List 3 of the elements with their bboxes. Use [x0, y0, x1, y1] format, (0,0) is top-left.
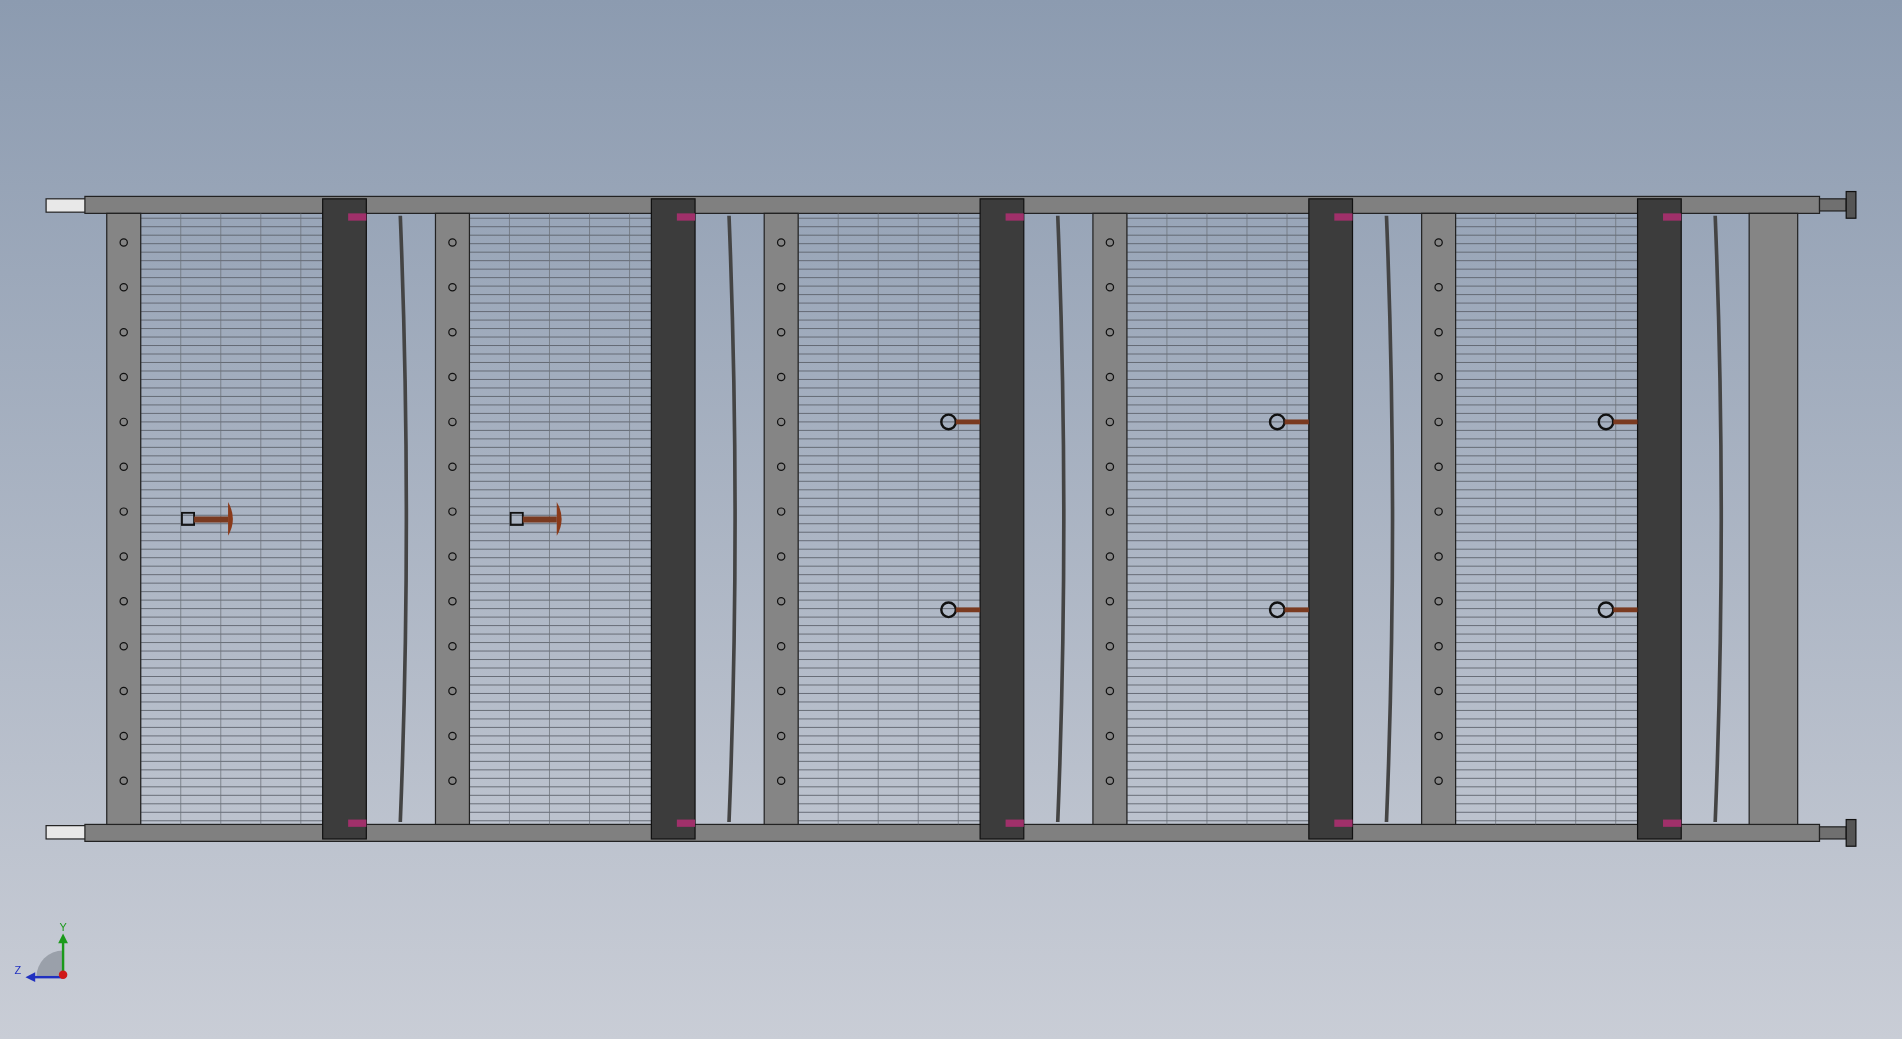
axis-triad-icon	[25, 933, 68, 982]
axis-label: Z	[14, 963, 22, 976]
axis-label: Y	[59, 921, 67, 934]
